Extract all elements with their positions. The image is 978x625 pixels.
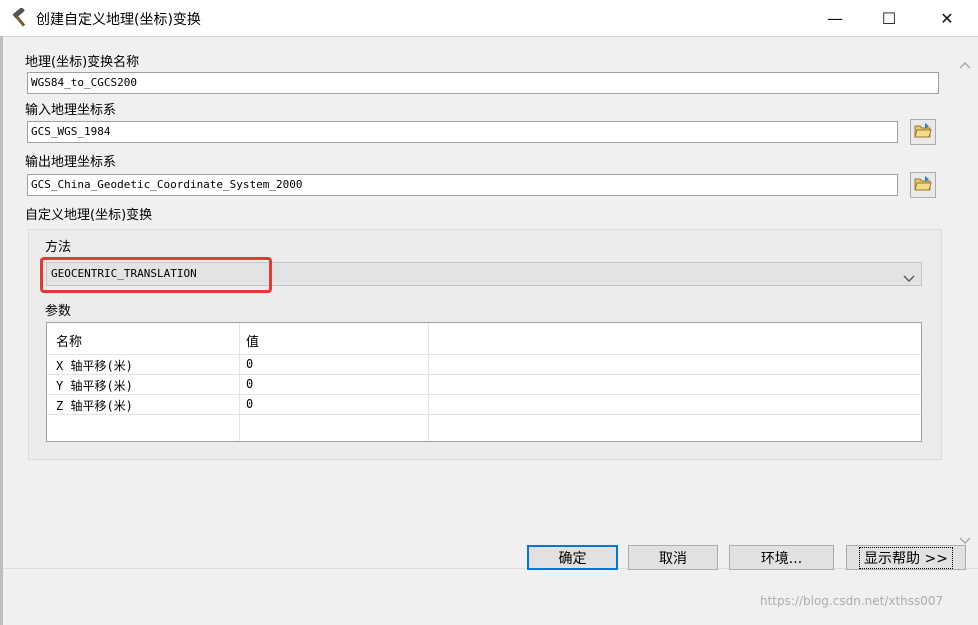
show-help-button[interactable]: 显示帮助 >> — [846, 545, 966, 570]
window-title: 创建自定义地理(坐标)变换 — [36, 12, 201, 28]
chevron-down-icon — [903, 269, 915, 282]
table-row-value[interactable]: 0 — [246, 377, 253, 391]
ok-button[interactable]: 确定 — [527, 545, 618, 570]
custom-transform-group: 方法 GEOCENTRIC_TRANSLATION 参数 名称 值 X 轴平移(… — [28, 229, 942, 460]
table-row-name[interactable]: Y 轴平移(米) — [56, 377, 133, 394]
watermark: https://blog.csdn.net/xthss007 — [760, 594, 944, 608]
table-header-value: 值 — [246, 335, 260, 350]
transform-name-label: 地理(坐标)变换名称 — [25, 55, 140, 70]
custom-transform-label: 自定义地理(坐标)变换 — [25, 208, 153, 223]
table-row-name[interactable]: Z 轴平移(米) — [56, 397, 133, 414]
transform-name-field[interactable]: WGS84_to_CGCS200 — [27, 72, 939, 94]
cancel-button[interactable]: 取消 — [628, 545, 718, 570]
table-row-divider — [47, 374, 921, 375]
table-column-divider — [428, 323, 429, 441]
output-gcs-browse-button[interactable] — [910, 172, 936, 198]
input-gcs-label: 输入地理坐标系 — [25, 103, 117, 118]
show-help-label: 显示帮助 >> — [859, 546, 953, 569]
table-row-name[interactable]: X 轴平移(米) — [56, 357, 133, 374]
table-row-divider — [47, 414, 921, 415]
table-header-name: 名称 — [56, 335, 83, 350]
form-panel: 地理(坐标)变换名称 WGS84_to_CGCS200 输入地理坐标系 GCS_… — [3, 36, 978, 569]
folder-open-icon — [914, 122, 932, 142]
params-table[interactable]: 名称 值 X 轴平移(米) 0 Y 轴平移(米) 0 Z 轴平移(米) 0 — [46, 322, 922, 442]
vertical-scrollbar[interactable] — [952, 37, 978, 569]
output-gcs-field[interactable]: GCS_China_Geodetic_Coordinate_System_200… — [27, 174, 898, 196]
table-row-value[interactable]: 0 — [246, 357, 253, 371]
input-gcs-field[interactable]: GCS_WGS_1984 — [27, 121, 898, 143]
table-column-divider — [239, 323, 240, 441]
method-label: 方法 — [45, 240, 72, 255]
environments-button[interactable]: 环境... — [729, 545, 834, 570]
chevron-up-icon[interactable] — [958, 59, 972, 73]
maximize-button[interactable]: ☐ — [866, 0, 912, 36]
output-gcs-label: 输出地理坐标系 — [25, 155, 117, 170]
table-row-divider — [47, 354, 921, 355]
highlight-annotation — [40, 257, 272, 293]
table-row-value[interactable]: 0 — [246, 397, 253, 411]
hammer-icon — [10, 7, 30, 28]
params-label: 参数 — [45, 304, 72, 319]
close-button[interactable]: ✕ — [924, 0, 970, 36]
table-row-divider — [47, 394, 921, 395]
minimize-button[interactable]: — — [812, 0, 858, 36]
folder-open-icon — [914, 175, 932, 195]
input-gcs-browse-button[interactable] — [910, 119, 936, 145]
title-bar: 创建自定义地理(坐标)变换 — ☐ ✕ — [0, 0, 978, 36]
